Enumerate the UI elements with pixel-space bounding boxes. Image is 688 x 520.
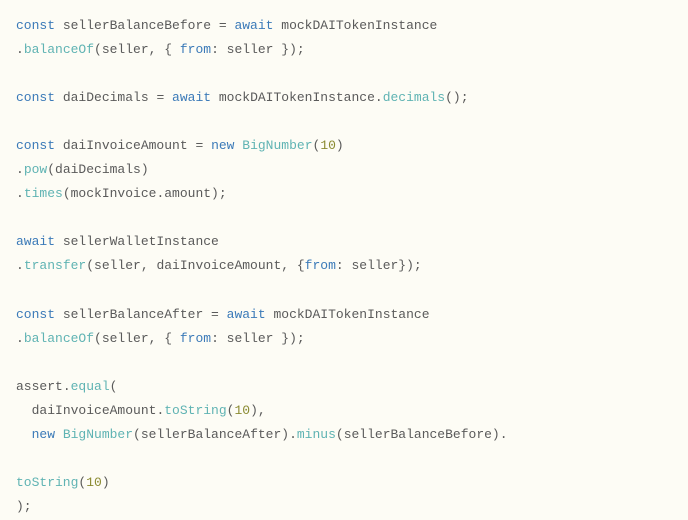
code-token-fn: decimals [383, 90, 445, 105]
code-token-punct: (daiDecimals) [47, 162, 148, 177]
code-token-punct: (seller, { [94, 42, 180, 57]
code-token-fn: transfer [24, 258, 86, 273]
code-token-fn: equal [71, 379, 110, 394]
code-token-punct: : seller }); [211, 42, 305, 57]
code-token-punct: = [219, 18, 235, 33]
code-token-num: 10 [320, 138, 336, 153]
code-token-plain: sellerWalletInstance [55, 234, 219, 249]
code-token-num: 10 [86, 475, 102, 490]
code-token-fn: minus [297, 427, 336, 442]
code-token-kw-await: await [227, 307, 266, 322]
code-token-kw-from: from [305, 258, 336, 273]
code-token-punct: : seller }); [211, 331, 305, 346]
code-token-plain [55, 427, 63, 442]
code-token-fn: BigNumber [63, 427, 133, 442]
code-token-punct: . [16, 162, 24, 177]
code-token-plain: assert [16, 379, 63, 394]
code-token-kw-await: await [16, 234, 55, 249]
code-token-kw-const: const [16, 138, 55, 153]
code-token-plain: daiInvoiceAmount [55, 138, 195, 153]
code-token-punct: ) [102, 475, 110, 490]
code-token-plain: sellerBalanceAfter [55, 307, 211, 322]
code-token-kw-await: await [234, 18, 273, 33]
code-token-fn: toString [164, 403, 226, 418]
code-token-kw-from: from [180, 331, 211, 346]
code-token-punct: . [16, 258, 24, 273]
code-token-fn: BigNumber [242, 138, 312, 153]
code-token-punct: (); [445, 90, 468, 105]
code-token-punct: (sellerBalanceBefore). [336, 427, 508, 442]
code-token-kw-new: new [32, 427, 55, 442]
code-token-num: 10 [234, 403, 250, 418]
code-token-fn: balanceOf [24, 42, 94, 57]
code-token-punct: . [16, 331, 24, 346]
code-token-kw-const: const [16, 18, 55, 33]
code-token-kw-from: from [180, 42, 211, 57]
code-token-kw-const: const [16, 90, 55, 105]
code-token-plain: mockDAITokenInstance [211, 90, 375, 105]
code-token-punct: . [375, 90, 383, 105]
code-token-kw-const: const [16, 307, 55, 322]
code-token-punct: = [211, 307, 227, 322]
code-token-punct: ) [336, 138, 344, 153]
code-token-punct: (seller, daiInvoiceAmount, { [86, 258, 304, 273]
code-token-fn: balanceOf [24, 331, 94, 346]
code-token-plain: mockDAITokenInstance [266, 307, 430, 322]
code-token-punct: (seller, { [94, 331, 180, 346]
code-token-kw-await: await [172, 90, 211, 105]
code-token-kw-new: new [211, 138, 234, 153]
code-token-punct: . [16, 42, 24, 57]
code-token-plain: sellerBalanceBefore [55, 18, 219, 33]
code-token-punct: = [195, 138, 211, 153]
code-token-punct: . [63, 379, 71, 394]
code-token-punct: = [156, 90, 172, 105]
code-token-punct: . [16, 186, 24, 201]
code-token-punct: (sellerBalanceAfter). [133, 427, 297, 442]
code-token-fn: toString [16, 475, 78, 490]
code-token-punct: ( [110, 379, 118, 394]
code-token-fn: times [24, 186, 63, 201]
code-token-punct: : seller}); [336, 258, 422, 273]
code-token-plain: daiDecimals [55, 90, 156, 105]
code-token-punct: (mockInvoice.amount); [63, 186, 227, 201]
code-token-punct: ), [250, 403, 266, 418]
code-token-plain: mockDAITokenInstance [273, 18, 437, 33]
code-token-plain: daiInvoiceAmount [32, 403, 157, 418]
code-token-fn: pow [24, 162, 47, 177]
code-token-punct: ); [16, 499, 32, 514]
code-snippet: const sellerBalanceBefore = await mockDA… [16, 14, 672, 519]
